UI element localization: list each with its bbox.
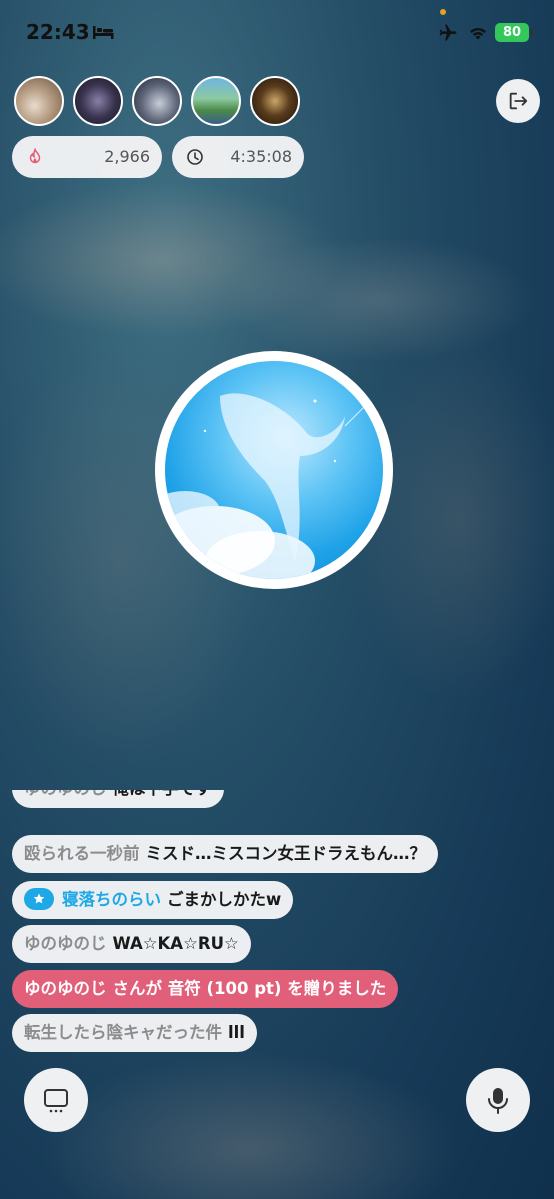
chat-text: WA☆KA☆RU☆ — [112, 934, 239, 953]
bed-icon — [93, 26, 114, 39]
flame-icon — [29, 148, 41, 164]
elapsed-time-pill: 4:35:08 — [172, 136, 304, 178]
avatar-island[interactable] — [191, 76, 241, 126]
member-badge — [24, 887, 54, 910]
chat-sender[interactable]: ゆのゆのじ — [24, 934, 107, 953]
screen-icon — [44, 1089, 68, 1113]
microphone-button[interactable] — [466, 1068, 530, 1132]
chat-text: ミスド…ミスコン女王ドラえもん…？ — [145, 844, 427, 863]
status-time: 22:43 — [26, 20, 90, 44]
chat-text: lll — [228, 1023, 245, 1042]
chat-sender[interactable]: 転生したら陰キャだった件 — [24, 1023, 222, 1042]
chat-message: 転生したら陰キャだった件 lll — [12, 1014, 257, 1052]
status-bar: 22:43 80 — [0, 0, 554, 64]
avatar-person[interactable] — [73, 76, 123, 126]
elapsed-time-value: 4:35:08 — [230, 147, 292, 166]
chat-message: 殴られる一秒前 ミスド…ミスコン女王ドラえもん…？ — [12, 835, 438, 873]
host-avatar[interactable] — [165, 361, 383, 579]
avatar-cat[interactable] — [14, 76, 64, 126]
chat-sender[interactable]: 殴られる一秒前 — [24, 844, 140, 863]
battery-indicator: 80 — [495, 23, 529, 42]
exit-icon — [509, 92, 528, 110]
chat-message: 寝落ちのらい ごまかしかたw — [12, 881, 294, 919]
chat-sender[interactable]: 寝落ちのらい — [62, 890, 161, 909]
avatar-bike[interactable] — [132, 76, 182, 126]
exit-button[interactable] — [496, 79, 540, 123]
chat-text: ごまかしかたw — [167, 890, 282, 909]
battery-level: 80 — [502, 25, 522, 40]
battery-tip — [530, 29, 533, 36]
privacy-indicator-dot — [440, 9, 446, 15]
chat-sender[interactable]: ゆのゆのじ — [24, 979, 107, 998]
screen-button[interactable] — [24, 1068, 88, 1132]
star-icon — [33, 893, 45, 903]
chat-text: 俺は下手です — [113, 790, 212, 798]
whale-illustration — [165, 393, 366, 579]
chat-message: ゆのゆのじ WA☆KA☆RU☆ — [12, 925, 251, 963]
chat-feed[interactable]: ゆのゆのじ俺は下手です 殴られる一秒前ミスド…ミスコン女王ドラえもん…？ 寝落ち… — [12, 790, 542, 1065]
clock-icon — [187, 149, 203, 165]
avatar-eyes[interactable] — [250, 76, 300, 126]
chat-message: ゆのゆのじ俺は下手です — [12, 790, 224, 808]
chat-text: さんが 音符 (100 pt) を贈りました — [112, 979, 387, 998]
airplane-icon — [439, 24, 457, 41]
chat-sender[interactable]: ゆのゆのじ — [24, 790, 107, 798]
microphone-icon — [488, 1088, 508, 1114]
wifi-icon — [470, 28, 486, 40]
gift-message: ゆのゆのじ さんが 音符 (100 pt) を贈りました — [12, 970, 399, 1008]
points-value: 2,966 — [104, 147, 150, 166]
points-pill: 2,966 — [12, 136, 162, 178]
